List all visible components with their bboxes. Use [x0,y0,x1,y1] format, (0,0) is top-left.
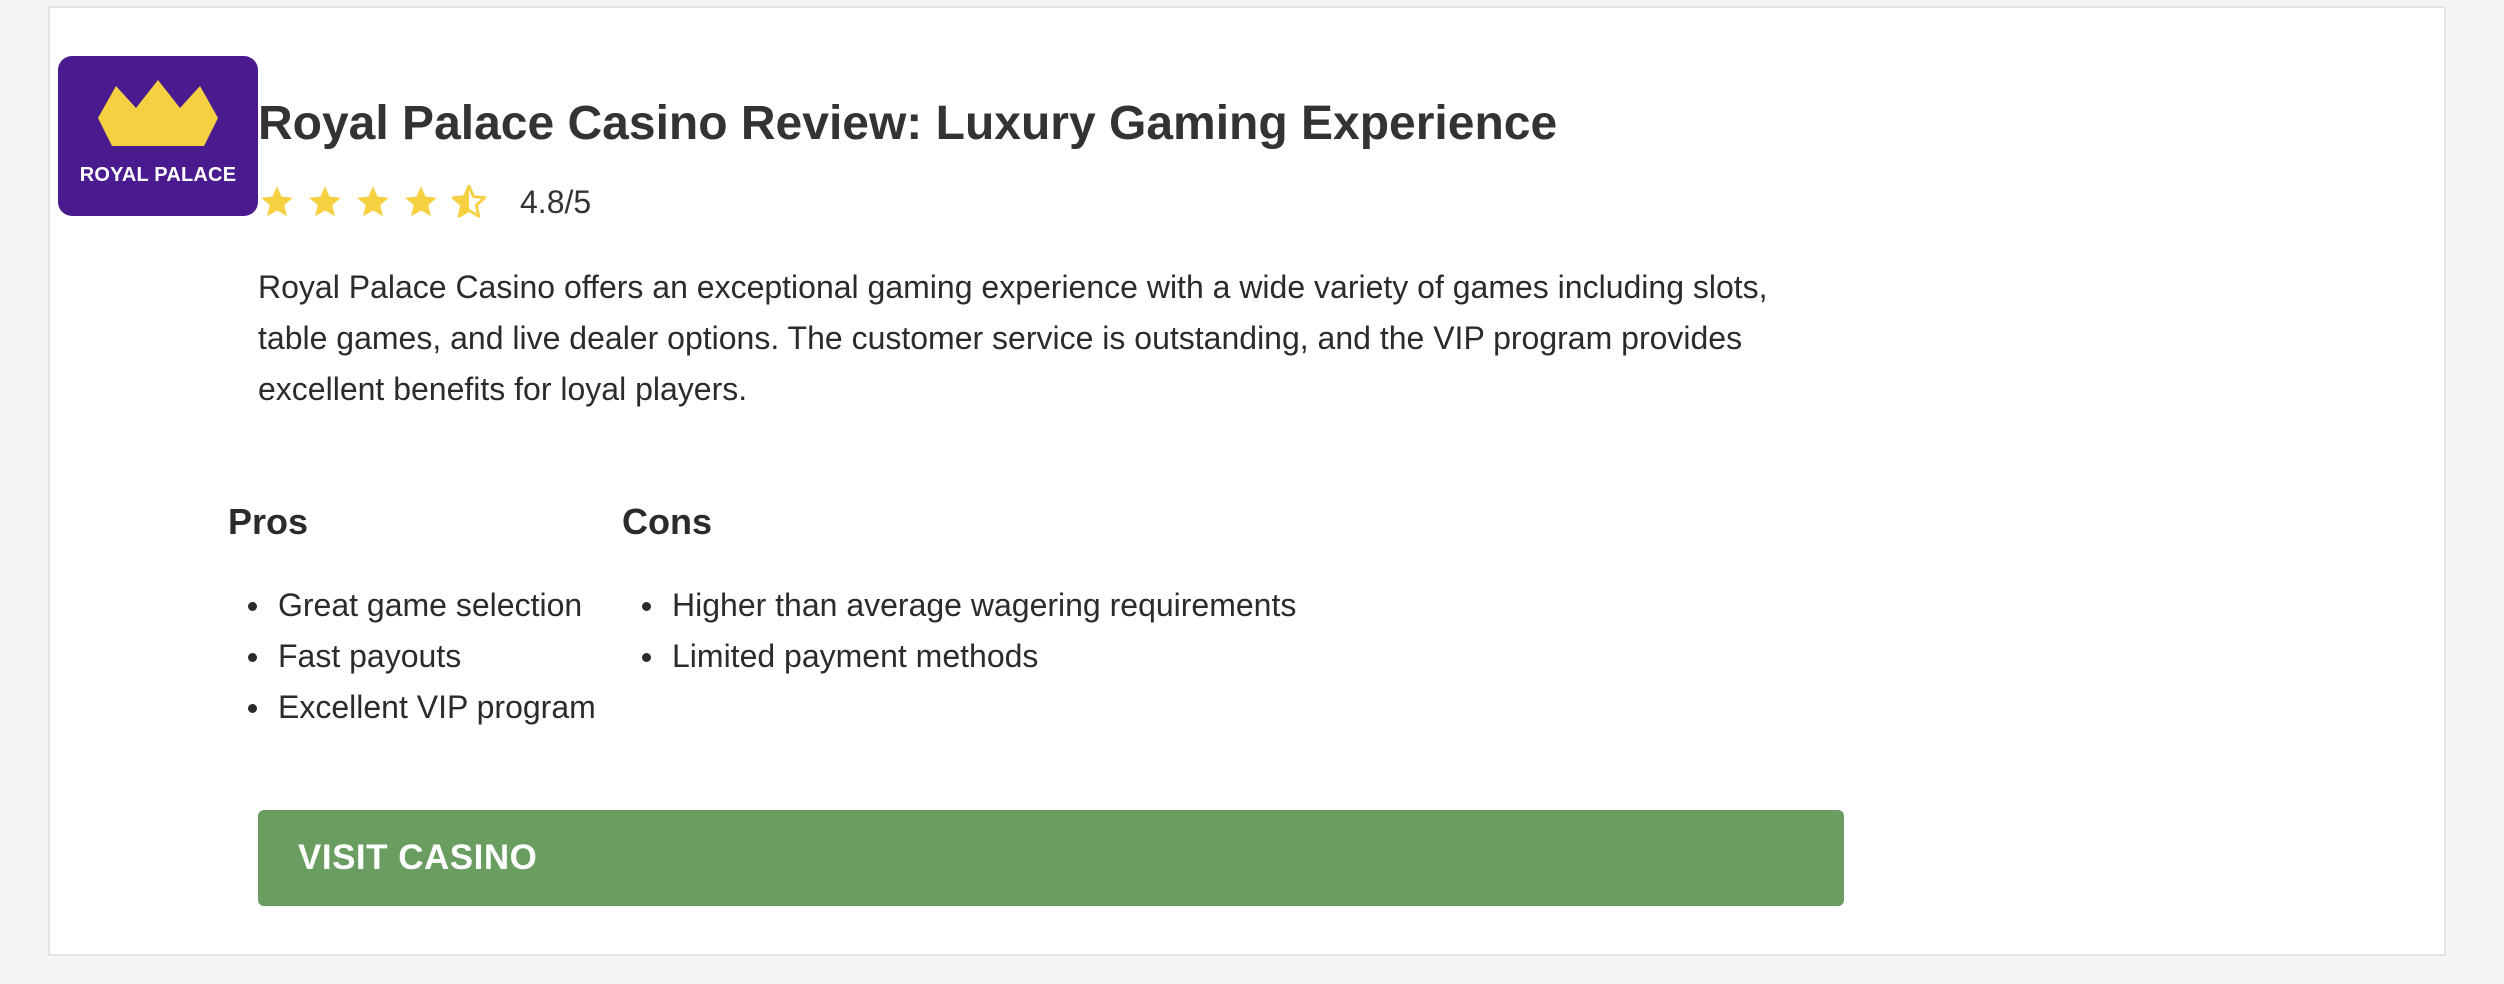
review-description: Royal Palace Casino offers an exceptiona… [258,269,1768,407]
rating-value: 4.8/5 [520,183,592,220]
star-rating [258,183,498,221]
pros-item: Excellent VIP program [248,682,596,733]
cons-section: Cons Higher than average wagering requir… [622,494,1296,674]
star-full-icon [309,186,341,217]
pros-heading: Pros [228,501,309,542]
review-title: Royal Palace Casino Review: Luxury Gamin… [258,97,1558,150]
rating: 4.8/5 [258,180,591,224]
pros-item: Great game selection [248,580,596,631]
cons-item: Limited payment methods [641,631,1296,682]
pros-list: Great game selection Fast payouts Excell… [248,580,596,733]
pros-section: Pros Great game selection Fast payouts E… [228,494,596,725]
crown-icon [98,80,218,146]
visit-casino-button[interactable]: VISIT CASINO [258,810,1844,906]
cons-list: Higher than average wagering requirement… [641,580,1296,682]
cons-item: Higher than average wagering requirement… [641,580,1296,631]
star-full-icon [357,186,389,217]
casino-logo: ROYAL PALACE [58,56,258,216]
star-full-icon [261,186,293,217]
pros-item: Fast payouts [248,631,596,682]
logo-text: ROYAL PALACE [79,164,237,186]
cons-heading: Cons [622,501,712,542]
star-full-icon [405,186,437,217]
star-half-icon [451,184,487,218]
